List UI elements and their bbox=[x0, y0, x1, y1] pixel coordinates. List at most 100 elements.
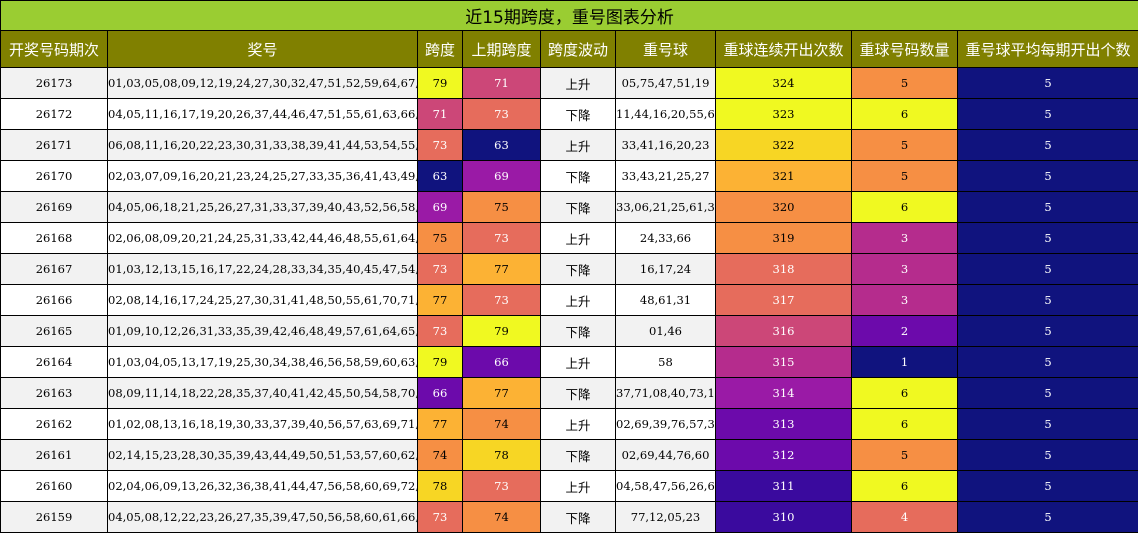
avg-cell: 5 bbox=[958, 440, 1138, 471]
prev-span-cell: 63 bbox=[463, 130, 541, 161]
issue-cell: 26165 bbox=[1, 316, 108, 347]
span-cell: 73 bbox=[418, 130, 463, 161]
span-cell: 66 bbox=[418, 378, 463, 409]
span-cell: 79 bbox=[418, 347, 463, 378]
avg-cell: 5 bbox=[958, 316, 1138, 347]
avg-cell: 5 bbox=[958, 223, 1138, 254]
repeat-count-cell: 5 bbox=[852, 161, 958, 192]
avg-cell: 5 bbox=[958, 130, 1138, 161]
table-body: 2617301,03,05,08,09,12,19,24,27,30,32,47… bbox=[1, 68, 1138, 533]
repeat-balls-cell: 33,41,16,20,23 bbox=[616, 130, 716, 161]
span-cell: 77 bbox=[418, 285, 463, 316]
table-title: 近15期跨度，重号图表分析 bbox=[1, 1, 1138, 31]
span-cell: 71 bbox=[418, 99, 463, 130]
span-cell: 74 bbox=[418, 440, 463, 471]
header-span: 跨度 bbox=[418, 31, 463, 68]
prev-span-cell: 74 bbox=[463, 502, 541, 533]
header-repeat-balls: 重号球 bbox=[616, 31, 716, 68]
issue-cell: 26164 bbox=[1, 347, 108, 378]
table-row: 2617204,05,11,16,17,19,20,26,37,44,46,47… bbox=[1, 99, 1138, 130]
table-row: 2617002,03,07,09,16,20,21,23,24,25,27,33… bbox=[1, 161, 1138, 192]
span-cell: 73 bbox=[418, 316, 463, 347]
repeat-balls-cell: 02,69,44,76,60 bbox=[616, 440, 716, 471]
streak-cell: 321 bbox=[716, 161, 852, 192]
trend-cell: 上升 bbox=[541, 68, 616, 99]
prev-span-cell: 79 bbox=[463, 316, 541, 347]
trend-cell: 下降 bbox=[541, 254, 616, 285]
issue-cell: 26161 bbox=[1, 440, 108, 471]
repeat-balls-cell: 77,12,05,23 bbox=[616, 502, 716, 533]
repeat-count-cell: 1 bbox=[852, 347, 958, 378]
streak-cell: 318 bbox=[716, 254, 852, 285]
prev-span-cell: 73 bbox=[463, 471, 541, 502]
streak-cell: 322 bbox=[716, 130, 852, 161]
header-repeat-count: 重球号码数量 bbox=[852, 31, 958, 68]
repeat-balls-cell: 24,33,66 bbox=[616, 223, 716, 254]
streak-cell: 310 bbox=[716, 502, 852, 533]
streak-cell: 311 bbox=[716, 471, 852, 502]
span-cell: 69 bbox=[418, 192, 463, 223]
trend-cell: 上升 bbox=[541, 130, 616, 161]
table-row: 2616802,06,08,09,20,21,24,25,31,33,42,44… bbox=[1, 223, 1138, 254]
span-cell: 78 bbox=[418, 471, 463, 502]
repeat-balls-cell: 48,61,31 bbox=[616, 285, 716, 316]
issue-cell: 26168 bbox=[1, 223, 108, 254]
numbers-cell: 08,09,11,14,18,22,28,35,37,40,41,42,45,5… bbox=[108, 378, 418, 409]
repeat-count-cell: 3 bbox=[852, 285, 958, 316]
issue-cell: 26173 bbox=[1, 68, 108, 99]
trend-cell: 下降 bbox=[541, 161, 616, 192]
table-row: 2616602,08,14,16,17,24,25,27,30,31,41,48… bbox=[1, 285, 1138, 316]
avg-cell: 5 bbox=[958, 68, 1138, 99]
numbers-cell: 01,03,05,08,09,12,19,24,27,30,32,47,51,5… bbox=[108, 68, 418, 99]
header-avg-per-issue: 重号球平均每期开出个数 bbox=[958, 31, 1138, 68]
issue-cell: 26166 bbox=[1, 285, 108, 316]
issue-cell: 26163 bbox=[1, 378, 108, 409]
table-row: 2617301,03,05,08,09,12,19,24,27,30,32,47… bbox=[1, 68, 1138, 99]
numbers-cell: 04,05,06,18,21,25,26,27,31,33,37,39,40,4… bbox=[108, 192, 418, 223]
avg-cell: 5 bbox=[958, 502, 1138, 533]
repeat-count-cell: 6 bbox=[852, 409, 958, 440]
repeat-balls-cell: 37,71,08,40,73,18 bbox=[616, 378, 716, 409]
trend-cell: 下降 bbox=[541, 502, 616, 533]
header-numbers: 奖号 bbox=[108, 31, 418, 68]
table-row: 2616904,05,06,18,21,25,26,27,31,33,37,39… bbox=[1, 192, 1138, 223]
trend-cell: 下降 bbox=[541, 192, 616, 223]
prev-span-cell: 71 bbox=[463, 68, 541, 99]
trend-cell: 下降 bbox=[541, 440, 616, 471]
table-row: 2615904,05,08,12,22,23,26,27,35,39,47,50… bbox=[1, 502, 1138, 533]
span-cell: 79 bbox=[418, 68, 463, 99]
header-span-trend: 跨度波动 bbox=[541, 31, 616, 68]
prev-span-cell: 77 bbox=[463, 378, 541, 409]
issue-cell: 26159 bbox=[1, 502, 108, 533]
span-cell: 77 bbox=[418, 409, 463, 440]
table-row: 2617106,08,11,16,20,22,23,30,31,33,38,39… bbox=[1, 130, 1138, 161]
numbers-cell: 02,04,06,09,13,26,32,36,38,41,44,47,56,5… bbox=[108, 471, 418, 502]
prev-span-cell: 69 bbox=[463, 161, 541, 192]
repeat-count-cell: 2 bbox=[852, 316, 958, 347]
streak-cell: 313 bbox=[716, 409, 852, 440]
numbers-cell: 02,14,15,23,28,30,35,39,43,44,49,50,51,5… bbox=[108, 440, 418, 471]
avg-cell: 5 bbox=[958, 254, 1138, 285]
span-cell: 73 bbox=[418, 254, 463, 285]
repeat-count-cell: 3 bbox=[852, 223, 958, 254]
numbers-cell: 01,09,10,12,26,31,33,35,39,42,46,48,49,5… bbox=[108, 316, 418, 347]
prev-span-cell: 73 bbox=[463, 285, 541, 316]
trend-cell: 上升 bbox=[541, 223, 616, 254]
avg-cell: 5 bbox=[958, 471, 1138, 502]
streak-cell: 312 bbox=[716, 440, 852, 471]
repeat-count-cell: 5 bbox=[852, 440, 958, 471]
repeat-count-cell: 6 bbox=[852, 192, 958, 223]
span-cell: 75 bbox=[418, 223, 463, 254]
issue-cell: 26172 bbox=[1, 99, 108, 130]
repeat-count-cell: 6 bbox=[852, 378, 958, 409]
numbers-cell: 01,03,04,05,13,17,19,25,30,34,38,46,56,5… bbox=[108, 347, 418, 378]
avg-cell: 5 bbox=[958, 285, 1138, 316]
streak-cell: 324 bbox=[716, 68, 852, 99]
prev-span-cell: 66 bbox=[463, 347, 541, 378]
table-row: 2616201,02,08,13,16,18,19,30,33,37,39,40… bbox=[1, 409, 1138, 440]
numbers-cell: 02,03,07,09,16,20,21,23,24,25,27,33,35,3… bbox=[108, 161, 418, 192]
avg-cell: 5 bbox=[958, 161, 1138, 192]
analysis-sheet: 近15期跨度，重号图表分析 开奖号码期次 奖号 跨度 上期跨度 跨度波动 重号球… bbox=[0, 0, 1138, 531]
streak-cell: 317 bbox=[716, 285, 852, 316]
span-cell: 73 bbox=[418, 502, 463, 533]
